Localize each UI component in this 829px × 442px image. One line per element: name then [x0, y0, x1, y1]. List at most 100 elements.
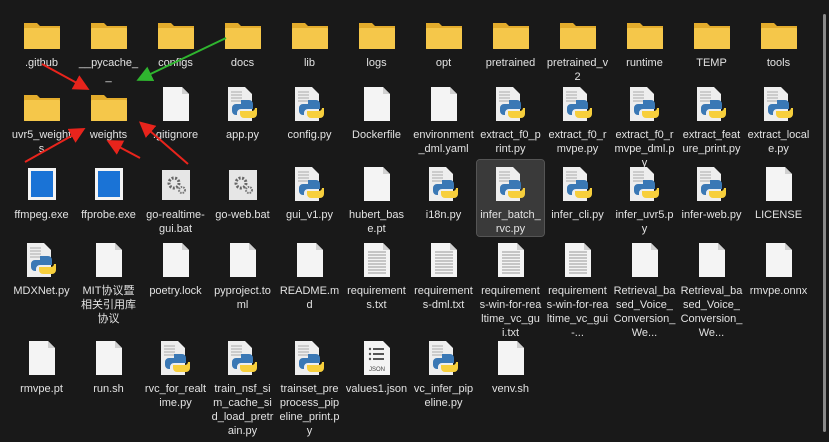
- item-label: rvc_for_realtime.py: [144, 383, 207, 409]
- text-icon: [424, 240, 464, 278]
- item-label: .github: [24, 57, 59, 69]
- file-item[interactable]: go-web.bat: [209, 160, 276, 236]
- file-item[interactable]: infer_cli.py: [544, 160, 611, 236]
- folder-item[interactable]: docs: [209, 8, 276, 84]
- file-item[interactable]: train_nsf_sim_cache_sid_load_pretrain.py: [209, 334, 276, 438]
- file-item[interactable]: rmvpe.onnx: [745, 236, 812, 340]
- file-item[interactable]: Retrieval_based_Voice_Conversion_We...: [611, 236, 678, 340]
- folder-icon: [22, 12, 62, 50]
- folder-item[interactable]: pretrained: [477, 8, 544, 84]
- item-label: docs: [230, 57, 255, 69]
- file-item[interactable]: go-realtime-gui.bat: [142, 160, 209, 236]
- file-item[interactable]: rmvpe.pt: [8, 334, 75, 438]
- file-item[interactable]: LICENSE: [745, 160, 812, 236]
- file-item[interactable]: extract_f0_print.py: [477, 80, 544, 170]
- folder-item[interactable]: __pycache__: [75, 8, 142, 84]
- file-item[interactable]: poetry.lock: [142, 236, 209, 340]
- python-icon: [692, 84, 732, 122]
- python-icon: [491, 164, 531, 202]
- vertical-scrollbar[interactable]: [823, 14, 826, 432]
- folder-item[interactable]: logs: [343, 8, 410, 84]
- file-icon: [357, 164, 397, 202]
- file-item[interactable]: rvc_for_realtime.py: [142, 334, 209, 438]
- folder-item[interactable]: weights: [75, 80, 142, 170]
- item-label: poetry.lock: [149, 285, 202, 297]
- item-label: train_nsf_sim_cache_sid_load_pretrain.py: [211, 383, 274, 437]
- file-item[interactable]: MDXNet.py: [8, 236, 75, 340]
- item-label: run.sh: [93, 383, 124, 395]
- file-item[interactable]: infer-web.py: [678, 160, 745, 236]
- file-item[interactable]: Dockerfile: [343, 80, 410, 170]
- item-label: ffmpeg.exe: [14, 209, 69, 221]
- item-label: extract_f0_print.py: [480, 129, 541, 155]
- item-label: venv.sh: [491, 383, 530, 395]
- file-item[interactable]: i18n.py: [410, 160, 477, 236]
- item-label: ffprobe.exe: [81, 209, 136, 221]
- file-item[interactable]: requirements.txt: [343, 236, 410, 340]
- file-item[interactable]: gui_v1.py: [276, 160, 343, 236]
- file-item[interactable]: JSON values1.json: [343, 334, 410, 438]
- folder-item[interactable]: uvr5_weights: [8, 80, 75, 170]
- text-icon: [491, 240, 531, 278]
- file-icon: [759, 164, 799, 202]
- folder-item[interactable]: lib: [276, 8, 343, 84]
- item-label: go-realtime-gui.bat: [146, 209, 205, 235]
- file-item[interactable]: vc_infer_pipeline.py: [410, 334, 477, 438]
- python-icon: [625, 84, 665, 122]
- file-icon: [89, 338, 129, 376]
- file-icon: [156, 84, 196, 122]
- file-item[interactable]: environment_dml.yaml: [410, 80, 477, 170]
- file-item[interactable]: .gitignore: [142, 80, 209, 170]
- file-item[interactable]: ffprobe.exe: [75, 160, 142, 236]
- item-label: values1.json: [345, 383, 408, 395]
- file-item[interactable]: venv.sh: [477, 334, 544, 438]
- item-label: config.py: [287, 129, 332, 141]
- file-item[interactable]: requirements-win-for-realtime_vc_gui.txt: [477, 236, 544, 340]
- folder-item[interactable]: runtime: [611, 8, 678, 84]
- file-item[interactable]: requirements-win-for-realtime_vc_gui-...: [544, 236, 611, 340]
- folder-item[interactable]: TEMP: [678, 8, 745, 84]
- python-icon: [290, 164, 330, 202]
- file-item[interactable]: extract_feature_print.py: [678, 80, 745, 170]
- json-badge: JSON: [368, 367, 384, 373]
- folder-item[interactable]: tools: [745, 8, 812, 84]
- file-item[interactable]: trainset_preprocess_pipeline_print.py: [276, 334, 343, 438]
- file-item[interactable]: hubert_base.pt: [343, 160, 410, 236]
- file-item[interactable]: pyproject.toml: [209, 236, 276, 340]
- folder-item[interactable]: configs: [142, 8, 209, 84]
- item-label: rmvpe.pt: [20, 383, 63, 395]
- folder-item[interactable]: opt: [410, 8, 477, 84]
- item-label: MIT协议暨相关引用库协议: [81, 285, 136, 325]
- item-label: infer_batch_rvc.py: [480, 209, 541, 235]
- folder-item[interactable]: .github: [8, 8, 75, 84]
- folder-icon: [89, 12, 129, 50]
- file-item[interactable]: infer_batch_rvc.py: [476, 159, 545, 237]
- file-item[interactable]: config.py: [276, 80, 343, 170]
- item-label: extract_f0_rmvpe.py: [548, 129, 607, 155]
- file-item[interactable]: app.py: [209, 80, 276, 170]
- python-icon: [290, 84, 330, 122]
- folder-icon: [692, 12, 732, 50]
- file-item[interactable]: README.md: [276, 236, 343, 340]
- item-label: environment_dml.yaml: [413, 129, 474, 155]
- file-item[interactable]: MIT协议暨相关引用库协议: [75, 236, 142, 340]
- bat-icon: [223, 164, 263, 202]
- grid-row: MDXNet.py MIT协议暨相关引用库协议 poetry.lock pyproje…: [8, 236, 812, 340]
- python-icon: [558, 84, 598, 122]
- file-item[interactable]: extract_f0_rmvpe_dml.py: [611, 80, 678, 170]
- item-label: configs: [158, 57, 193, 69]
- file-item[interactable]: extract_f0_rmvpe.py: [544, 80, 611, 170]
- item-label: weights: [89, 129, 128, 141]
- python-icon: [759, 84, 799, 122]
- file-item[interactable]: Retrieval_based_Voice_Conversion_We...: [678, 236, 745, 340]
- folder-item[interactable]: pretrained_v2: [544, 8, 611, 84]
- item-label: Dockerfile: [352, 129, 401, 141]
- file-item[interactable]: run.sh: [75, 334, 142, 438]
- bat-icon: [156, 164, 196, 202]
- item-label: requirements-win-for-realtime_vc_gui-...: [546, 285, 609, 339]
- folder-icon: [625, 12, 665, 50]
- file-item[interactable]: extract_locale.py: [745, 80, 812, 170]
- file-item[interactable]: ffmpeg.exe: [8, 160, 75, 236]
- file-item[interactable]: infer_uvr5.py: [611, 160, 678, 236]
- file-item[interactable]: requirements-dml.txt: [410, 236, 477, 340]
